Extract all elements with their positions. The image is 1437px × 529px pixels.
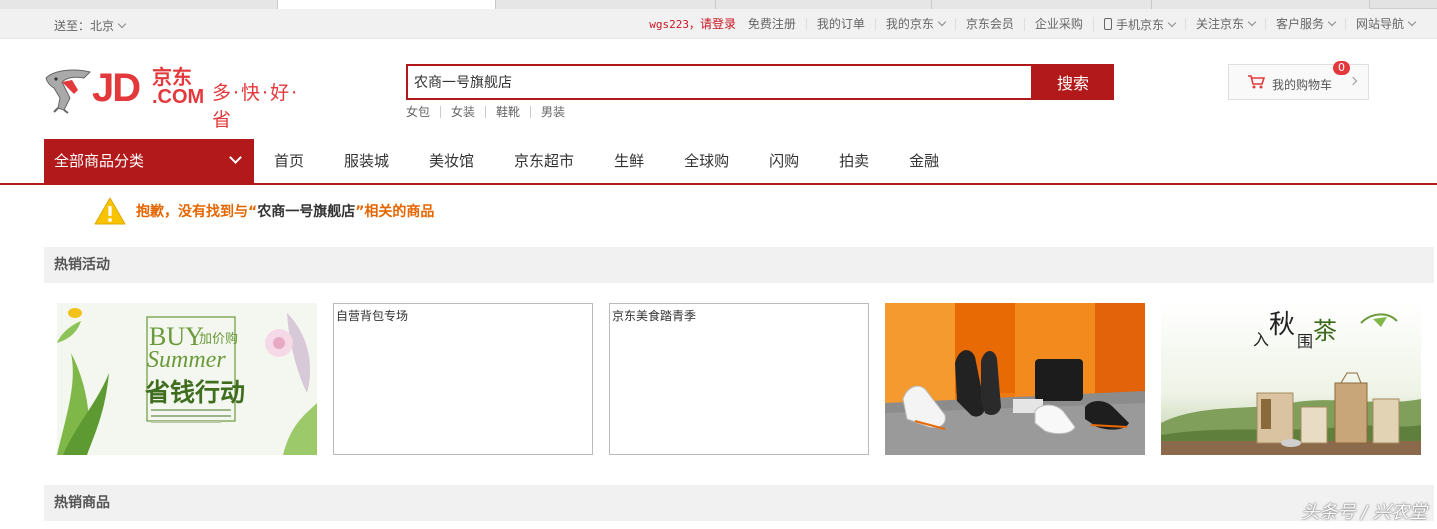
main-nav: 全部商品分类 首页 服装城 美妆馆 京东超市 生鲜 全球购 闪购 拍卖 金融 [0, 139, 1437, 185]
nav-link-beauty[interactable]: 美妆馆 [409, 139, 494, 183]
notice-text-start: 抱歉，没有找到与“ [136, 204, 258, 220]
browser-tab-strip [0, 0, 1437, 9]
phone-icon [1103, 18, 1112, 30]
browser-tab[interactable] [932, 0, 1152, 9]
mobile-jd-label: 手机京东 [1115, 18, 1164, 32]
search-button[interactable]: 搜索 [1032, 64, 1114, 100]
all-categories-label: 全部商品分类 [54, 152, 145, 170]
tea-banner-image: 入 秋 围 茶 [1161, 303, 1421, 455]
customer-service-label: 客户服务 [1275, 17, 1324, 31]
tea-text-b: 秋 [1269, 310, 1295, 340]
register-link[interactable]: 免费注册 [748, 17, 796, 31]
my-jd-label: 我的京东 [885, 17, 934, 31]
chevron-down-icon [1247, 17, 1257, 27]
browser-tab[interactable] [1152, 0, 1370, 9]
watermark: 头条号 / 兴农堂 [1301, 502, 1427, 523]
hotword-link[interactable]: 女包 [406, 106, 440, 118]
cart-button[interactable]: 我的购物车 0 [1228, 61, 1369, 100]
chevron-down-icon [117, 19, 127, 29]
logo-cn-text: 京东 [152, 65, 192, 89]
logo-jd-text: JD [92, 66, 141, 110]
chevron-down-icon [1407, 17, 1417, 27]
nav-link-fresh[interactable]: 生鲜 [594, 139, 664, 183]
section-title-hot-products: 热销商品 [44, 485, 1434, 521]
chevron-down-icon [1167, 18, 1177, 28]
enterprise-link[interactable]: 企业采购 [1023, 17, 1093, 31]
site-nav-label: 网站导航 [1355, 17, 1404, 31]
section-title-hot-activities: 热销活动 [44, 247, 1434, 283]
banner-backpack-special[interactable]: 自营背包专场 [333, 303, 593, 455]
jd-member-label: 京东会员 [965, 17, 1014, 31]
hotword-link[interactable]: 女装 [440, 106, 485, 118]
nav-links: 首页 服装城 美妆馆 京东超市 生鲜 全球购 闪购 拍卖 金融 [254, 139, 959, 183]
login-link[interactable]: 请登录 [700, 17, 736, 31]
all-categories-button[interactable]: 全部商品分类 [44, 139, 254, 183]
banner-shoes[interactable] [885, 303, 1145, 455]
banner-food-spring[interactable]: 京东美食踏青季 [609, 303, 869, 455]
chevron-down-icon [937, 17, 947, 27]
chevron-down-icon [229, 151, 242, 164]
banner-jia-text: 加价购 [199, 331, 238, 347]
logo-slogan: 多·快·好·省 [212, 82, 300, 131]
banner-alt-text: 京东美食踏青季 [612, 309, 697, 323]
jd-dog-mascot-icon [45, 69, 91, 114]
notice-keyword: 农商一号旗舰店 [257, 204, 356, 220]
no-results-notice: 抱歉，没有找到与“ 农商一号旗舰店 ”相关的商品 [94, 196, 434, 226]
jd-logo[interactable]: JD 京东 .COM 多·快·好·省 [44, 65, 314, 131]
tea-text-d: 茶 [1313, 317, 1337, 345]
shoes-banner-image [885, 303, 1145, 455]
banner-summer-text: Summer [147, 347, 226, 373]
logo-com-text: .COM [152, 86, 205, 108]
cart-label: 我的购物车 [1272, 78, 1333, 92]
location-label: 送至：北京 [54, 19, 115, 33]
banner-summer-sale[interactable]: BUY 加价购 Summer 省钱行动 [57, 303, 317, 455]
nav-link-supermarket[interactable]: 京东超市 [494, 139, 594, 183]
nav-link-home[interactable]: 首页 [254, 139, 324, 183]
follow-jd-label: 关注京东 [1195, 17, 1244, 31]
jd-member-link[interactable]: 京东会员 [954, 17, 1024, 31]
hot-search-words: 女包 女装 鞋靴 男装 [406, 106, 575, 118]
user-login[interactable]: wgs223，请登录 免费注册 [639, 17, 806, 32]
banner-autumn-tea[interactable]: 入 秋 围 茶 [1161, 303, 1421, 455]
warning-icon [94, 197, 126, 225]
my-orders-link[interactable]: 我的订单 [805, 17, 875, 31]
nav-link-clothing[interactable]: 服装城 [324, 139, 409, 183]
search-bar: 搜索 [406, 64, 1114, 100]
follow-jd-menu[interactable]: 关注京东 [1184, 17, 1265, 31]
enterprise-label: 企业采购 [1034, 17, 1083, 31]
chevron-right-icon [1348, 76, 1358, 86]
top-bar: 送至：北京 wgs223，请登录 免费注册 我的订单 我的京东 京东会员 企业采… [0, 9, 1437, 39]
customer-service-menu[interactable]: 客户服务 [1264, 17, 1345, 31]
tea-text-a: 入 [1253, 330, 1269, 349]
hotword-link[interactable]: 男装 [530, 106, 575, 118]
browser-tab[interactable] [496, 0, 716, 9]
username: wgs223， [649, 18, 701, 31]
banner-main-text: 省钱行动 [144, 378, 245, 407]
search-input[interactable] [406, 64, 1033, 100]
location-selector[interactable]: 送至：北京 [54, 17, 127, 34]
my-orders-label: 我的订单 [816, 17, 865, 31]
notice-text-end: ”相关的商品 [355, 204, 435, 220]
nav-link-global[interactable]: 全球购 [664, 139, 749, 183]
summer-banner-image: BUY 加价购 Summer 省钱行动 [57, 303, 317, 455]
page: 送至：北京 wgs223，请登录 免费注册 我的订单 我的京东 京东会员 企业采… [0, 0, 1437, 529]
cart-icon [1248, 75, 1265, 89]
cart-count-badge: 0 [1333, 61, 1350, 75]
site-nav-menu[interactable]: 网站导航 [1344, 17, 1425, 31]
browser-tab[interactable] [716, 0, 932, 9]
nav-link-auction[interactable]: 拍卖 [819, 139, 889, 183]
tea-text-c: 围 [1297, 332, 1313, 351]
my-jd-menu[interactable]: 我的京东 [874, 17, 955, 31]
browser-tab[interactable] [0, 0, 278, 9]
banner-alt-text: 自营背包专场 [336, 309, 409, 323]
nav-link-flash[interactable]: 闪购 [749, 139, 819, 183]
mobile-jd-menu[interactable]: 手机京东 [1092, 17, 1185, 32]
top-nav: wgs223，请登录 免费注册 我的订单 我的京东 京东会员 企业采购 手机京东… [639, 17, 1425, 32]
browser-tab-active[interactable] [278, 0, 496, 9]
nav-link-finance[interactable]: 金融 [889, 139, 959, 183]
chevron-down-icon [1327, 17, 1337, 27]
hotword-link[interactable]: 鞋靴 [485, 106, 530, 118]
